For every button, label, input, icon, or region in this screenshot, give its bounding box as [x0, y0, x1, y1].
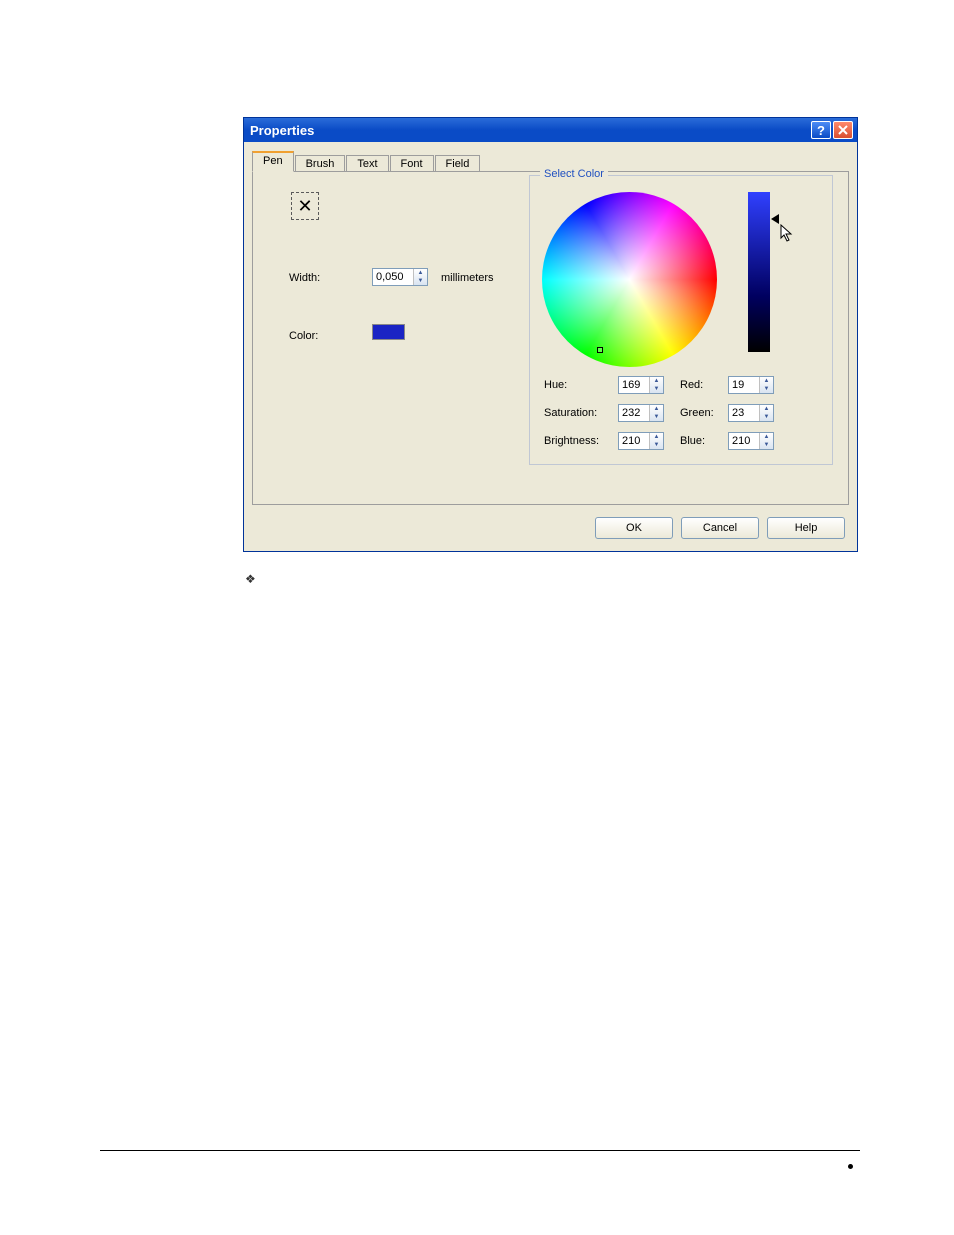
help-button[interactable]: ?	[811, 121, 831, 139]
chevron-down-icon[interactable]: ▼	[760, 441, 773, 449]
ok-button[interactable]: OK	[595, 517, 673, 539]
blue-label: Blue:	[680, 435, 728, 447]
dialog-client: Pen Brush Text Font Field ✕ Width: ▲ ▼	[244, 142, 857, 551]
tab-strip: Pen Brush Text Font Field	[252, 150, 481, 172]
brightness-input[interactable]	[619, 433, 649, 449]
cancel-label: Cancel	[703, 522, 737, 534]
chevron-up-icon[interactable]: ▲	[414, 269, 427, 277]
green-input[interactable]	[729, 405, 759, 421]
color-wheel-marker[interactable]	[597, 347, 603, 353]
tab-pen[interactable]: Pen	[252, 151, 294, 172]
color-label: Color:	[289, 330, 318, 342]
help-button-bottom[interactable]: Help	[767, 517, 845, 539]
hue-label: Hue:	[544, 379, 618, 391]
spinner-arrows[interactable]: ▲▼	[759, 377, 773, 393]
spinner-arrows[interactable]: ▲ ▼	[413, 269, 427, 285]
titlebar[interactable]: Properties ?	[244, 118, 857, 142]
color-swatch[interactable]	[372, 324, 405, 340]
tab-label: Brush	[306, 158, 335, 170]
close-icon	[838, 125, 848, 135]
red-input[interactable]	[729, 377, 759, 393]
chevron-down-icon[interactable]: ▼	[650, 385, 663, 393]
spinner-arrows[interactable]: ▲▼	[649, 433, 663, 449]
width-label: Width:	[289, 272, 320, 284]
no-pen-button[interactable]: ✕	[291, 192, 319, 220]
red-label: Red:	[680, 379, 728, 391]
chevron-down-icon[interactable]: ▼	[650, 441, 663, 449]
chevron-down-icon[interactable]: ▼	[650, 413, 663, 421]
group-legend: Select Color	[540, 168, 608, 180]
width-unit: millimeters	[441, 272, 494, 284]
chevron-down-icon[interactable]: ▼	[760, 385, 773, 393]
hue-spinner[interactable]: ▲▼	[618, 376, 664, 394]
green-label: Green:	[680, 407, 728, 419]
brightness-label: Brightness:	[544, 435, 618, 447]
page-bullet-icon	[848, 1164, 853, 1169]
tab-label: Field	[446, 158, 470, 170]
help-label: Help	[795, 522, 818, 534]
brightness-handle[interactable]	[771, 214, 779, 224]
tab-label: Pen	[263, 155, 283, 167]
ok-label: OK	[626, 522, 642, 534]
chevron-down-icon[interactable]: ▼	[760, 413, 773, 421]
diamond-bullet-icon: ❖	[245, 572, 256, 586]
width-spinner[interactable]: ▲ ▼	[372, 268, 428, 286]
spinner-arrows[interactable]: ▲▼	[649, 377, 663, 393]
blue-input[interactable]	[729, 433, 759, 449]
properties-dialog: Properties ? Pen Brush Text Font Field ✕…	[243, 117, 858, 552]
saturation-spinner[interactable]: ▲▼	[618, 404, 664, 422]
saturation-label: Saturation:	[544, 407, 618, 419]
chevron-down-icon[interactable]: ▼	[414, 277, 427, 285]
green-spinner[interactable]: ▲▼	[728, 404, 774, 422]
chevron-up-icon[interactable]: ▲	[650, 433, 663, 441]
close-button[interactable]	[833, 121, 853, 139]
red-spinner[interactable]: ▲▼	[728, 376, 774, 394]
chevron-up-icon[interactable]: ▲	[650, 377, 663, 385]
tab-label: Text	[357, 158, 377, 170]
tab-label: Font	[401, 158, 423, 170]
saturation-input[interactable]	[619, 405, 649, 421]
brightness-slider[interactable]	[748, 192, 770, 352]
x-icon: ✕	[297, 197, 312, 215]
chevron-up-icon[interactable]: ▲	[650, 405, 663, 413]
chevron-up-icon[interactable]: ▲	[760, 405, 773, 413]
cancel-button[interactable]: Cancel	[681, 517, 759, 539]
brightness-spinner[interactable]: ▲▼	[618, 432, 664, 450]
chevron-up-icon[interactable]: ▲	[760, 377, 773, 385]
spinner-arrows[interactable]: ▲▼	[649, 405, 663, 421]
tab-page: ✕ Width: ▲ ▼ millimeters Color: Select C…	[252, 171, 849, 505]
cursor-icon	[780, 224, 796, 242]
hue-input[interactable]	[619, 377, 649, 393]
width-input[interactable]	[373, 269, 413, 285]
select-color-group: Select Color Hue:	[529, 175, 833, 465]
dialog-title: Properties	[250, 123, 809, 138]
blue-spinner[interactable]: ▲▼	[728, 432, 774, 450]
horizontal-rule	[100, 1150, 860, 1151]
color-wheel[interactable]	[542, 192, 717, 367]
chevron-up-icon[interactable]: ▲	[760, 433, 773, 441]
spinner-arrows[interactable]: ▲▼	[759, 433, 773, 449]
dialog-buttons: OK Cancel Help	[595, 517, 845, 539]
spinner-arrows[interactable]: ▲▼	[759, 405, 773, 421]
